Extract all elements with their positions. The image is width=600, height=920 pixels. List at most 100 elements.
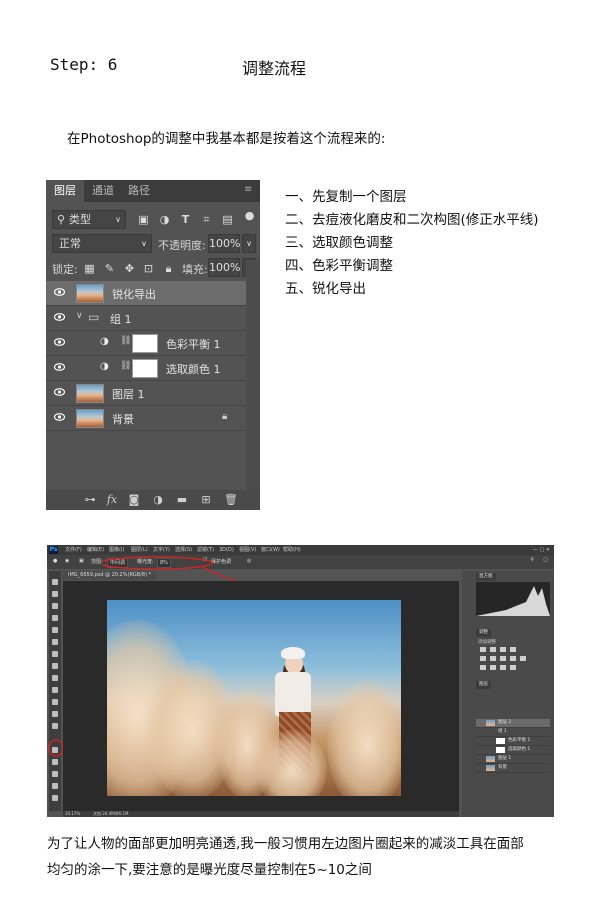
- hand-tool-icon[interactable]: [52, 795, 58, 801]
- link-layers-icon[interactable]: ⊶: [84, 494, 96, 506]
- menu-window[interactable]: 窗口(W): [261, 545, 280, 555]
- posterize-icon[interactable]: [490, 665, 496, 670]
- brightness-icon[interactable]: [480, 647, 486, 652]
- brush-panel-icon[interactable]: ▣: [79, 558, 84, 564]
- color-balance-icon[interactable]: [500, 656, 506, 661]
- eye-icon[interactable]: [54, 338, 65, 346]
- new-layer-icon[interactable]: ⊞: [200, 494, 212, 506]
- eraser-tool-icon[interactable]: [52, 699, 58, 705]
- blend-mode-select[interactable]: 正常 ∨: [52, 234, 152, 253]
- invert-icon[interactable]: [480, 665, 486, 670]
- lock-transparent-icon[interactable]: ▦: [84, 263, 95, 274]
- mini-layer-row[interactable]: 图层 2: [476, 719, 550, 728]
- new-group-icon[interactable]: ▬: [176, 494, 188, 506]
- vibrance-icon[interactable]: [480, 656, 486, 661]
- menu-view[interactable]: 视图(V): [239, 545, 256, 555]
- tab-layers[interactable]: 图层: [476, 681, 491, 689]
- layer-row-group-1[interactable]: ∨ ▭ 组 1: [46, 306, 246, 331]
- new-adjustment-icon[interactable]: ◑: [152, 494, 164, 506]
- fill-input[interactable]: 100%: [208, 258, 240, 277]
- layer-row-sharpen-export[interactable]: 锐化导出: [46, 281, 246, 306]
- menu-edit[interactable]: 编辑(E): [87, 545, 104, 555]
- panel-scrollbar[interactable]: [246, 260, 260, 490]
- eye-icon[interactable]: [54, 313, 65, 321]
- lock-position-icon[interactable]: ✥: [124, 263, 135, 274]
- type-tool-icon[interactable]: [52, 771, 58, 777]
- search-icon[interactable]: ⚲: [530, 557, 534, 563]
- filter-toggle-icon[interactable]: ●: [244, 210, 255, 221]
- eye-icon[interactable]: [54, 388, 65, 396]
- zoom-level[interactable]: 20.17%: [65, 811, 80, 817]
- menu-help[interactable]: 帮助(H): [283, 545, 301, 555]
- layer-row-selective-color[interactable]: ◑ ⛓ 选取颜色 1: [46, 356, 246, 381]
- tab-channels[interactable]: 通道: [84, 180, 122, 202]
- eye-icon[interactable]: [54, 363, 65, 371]
- quick-select-tool-icon[interactable]: [52, 615, 58, 621]
- menu-3d[interactable]: 3D(D): [219, 545, 234, 555]
- curves-icon[interactable]: [500, 647, 506, 652]
- layer-row-background[interactable]: 背景 🔒︎: [46, 406, 246, 431]
- lock-all-icon[interactable]: 🔒︎: [163, 263, 174, 274]
- filter-pixel-icon[interactable]: ▣: [138, 214, 149, 225]
- brush-tool-icon[interactable]: [52, 663, 58, 669]
- healing-tool-icon[interactable]: [52, 651, 58, 657]
- photo-filter-icon[interactable]: [520, 656, 526, 661]
- mini-layer-row[interactable]: 图层 1: [476, 755, 550, 764]
- window-controls-icon[interactable]: — ▢ ✕: [533, 545, 550, 555]
- opacity-input[interactable]: 100%: [208, 234, 240, 253]
- eye-icon[interactable]: [54, 288, 65, 296]
- threshold-icon[interactable]: [500, 665, 506, 670]
- layer-row-layer-1[interactable]: 图层 1: [46, 381, 246, 406]
- move-tool-icon[interactable]: [52, 579, 58, 585]
- opacity-dropdown[interactable]: ∨: [242, 234, 256, 253]
- lock-artboard-icon[interactable]: ⊡: [143, 263, 154, 274]
- filter-kind-select[interactable]: ⚲ 类型 ∨: [52, 210, 126, 229]
- fx-icon[interactable]: fx: [106, 494, 118, 506]
- tab-adjustments[interactable]: 调整: [476, 629, 491, 637]
- filter-type-icon[interactable]: T: [180, 214, 191, 225]
- selective-color-icon[interactable]: [510, 665, 516, 670]
- panel-menu-icon[interactable]: ≡: [244, 184, 254, 195]
- levels-icon[interactable]: [490, 647, 496, 652]
- menu-image[interactable]: 图像(I): [109, 545, 124, 555]
- hue-saturation-icon[interactable]: [490, 656, 496, 661]
- link-icon[interactable]: ⛓: [120, 361, 131, 371]
- ps-canvas[interactable]: [63, 581, 459, 811]
- black-white-icon[interactable]: [510, 656, 516, 661]
- history-brush-tool-icon[interactable]: [52, 687, 58, 693]
- stamp-tool-icon[interactable]: [52, 675, 58, 681]
- mini-layer-row[interactable]: 选取颜色 1: [476, 746, 550, 755]
- add-mask-icon[interactable]: ◙: [128, 494, 140, 506]
- link-icon[interactable]: ⛓: [120, 336, 131, 346]
- tab-layers[interactable]: 图层: [46, 180, 84, 202]
- eye-icon[interactable]: [54, 413, 65, 421]
- menu-layer[interactable]: 图层(L): [131, 545, 148, 555]
- menu-filter[interactable]: 滤镜(T): [197, 545, 214, 555]
- gradient-tool-icon[interactable]: [52, 711, 58, 717]
- path-select-tool-icon[interactable]: [52, 783, 58, 789]
- menu-select[interactable]: 选择(S): [175, 545, 192, 555]
- crop-tool-icon[interactable]: [52, 627, 58, 633]
- eyedropper-tool-icon[interactable]: [52, 639, 58, 645]
- filter-smart-object-icon[interactable]: ▤: [222, 214, 233, 225]
- layer-row-color-balance[interactable]: ◑ ⛓ 色彩平衡 1: [46, 331, 246, 356]
- layer-mask-thumbnail[interactable]: [132, 334, 158, 353]
- menu-type[interactable]: 文字(Y): [153, 545, 170, 555]
- lock-pixels-icon[interactable]: ✎: [104, 263, 115, 274]
- filter-shape-icon[interactable]: ⌗: [201, 214, 212, 225]
- exposure-icon[interactable]: [510, 647, 516, 652]
- menu-file[interactable]: 文件(F): [65, 545, 82, 555]
- chevron-down-icon[interactable]: ∨: [76, 311, 83, 321]
- mini-layer-row[interactable]: 组 1: [476, 728, 550, 737]
- workspace-icon[interactable]: ▢: [543, 557, 548, 563]
- layer-mask-thumbnail[interactable]: [132, 359, 158, 378]
- tab-paths[interactable]: 路径: [120, 180, 158, 202]
- document-tab[interactable]: IMG_6659.psd @ 20.2%(RGB/8) *: [63, 571, 157, 580]
- mini-layer-row[interactable]: 色彩平衡 1: [476, 737, 550, 746]
- marquee-tool-icon[interactable]: [52, 591, 58, 597]
- lasso-tool-icon[interactable]: [52, 603, 58, 609]
- mini-layer-row[interactable]: 背景: [476, 764, 550, 773]
- filter-adjustment-icon[interactable]: ◑: [159, 214, 170, 225]
- tab-histogram[interactable]: 直方图: [476, 573, 496, 581]
- blur-tool-icon[interactable]: [52, 723, 58, 729]
